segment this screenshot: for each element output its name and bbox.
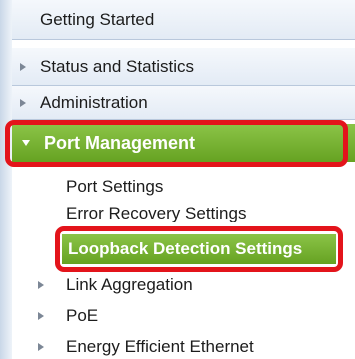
nav-subitem-loopback-detection-settings[interactable]: Loopback Detection Settings [62,234,336,264]
nav-item-getting-started[interactable]: Getting Started [12,0,355,40]
nav-subitem-port-settings[interactable]: Port Settings [12,172,355,202]
chevron-down-icon [22,140,30,146]
nav-item-label: Getting Started [40,9,155,29]
nav-item-administration[interactable]: Administration [12,86,355,120]
chevron-right-icon [38,343,44,351]
chevron-right-icon [38,312,44,320]
nav-item-label: Administration [40,92,148,112]
navigation-tree: Getting Started Status and Statistics Ad… [0,0,355,359]
nav-subitem-label: Loopback Detection Settings [68,239,303,258]
nav-subitem-poe[interactable]: PoE [12,301,355,331]
nav-subitem-label: Energy Efficient Ethernet [66,337,254,356]
nav-subitem-label: Link Aggregation [66,275,193,294]
nav-subitem-link-aggregation[interactable]: Link Aggregation [12,270,355,300]
nav-subitem-label: Error Recovery Settings [66,204,247,222]
nav-item-label: Status and Statistics [40,56,195,76]
nav-subitem-label: PoE [66,306,99,325]
nav-subitem-energy-efficient-ethernet[interactable]: Energy Efficient Ethernet [12,332,355,359]
left-edge-border [0,0,12,359]
chevron-right-icon [20,99,26,107]
nav-subitem-error-recovery-settings[interactable]: Error Recovery Settings [12,204,355,222]
chevron-right-icon [38,281,44,289]
nav-subitem-label: Port Settings [66,177,164,196]
nav-item-port-management[interactable]: Port Management [12,124,355,162]
nav-item-status-and-statistics[interactable]: Status and Statistics [12,48,355,86]
chevron-right-icon [20,63,26,71]
nav-item-label: Port Management [44,132,196,153]
